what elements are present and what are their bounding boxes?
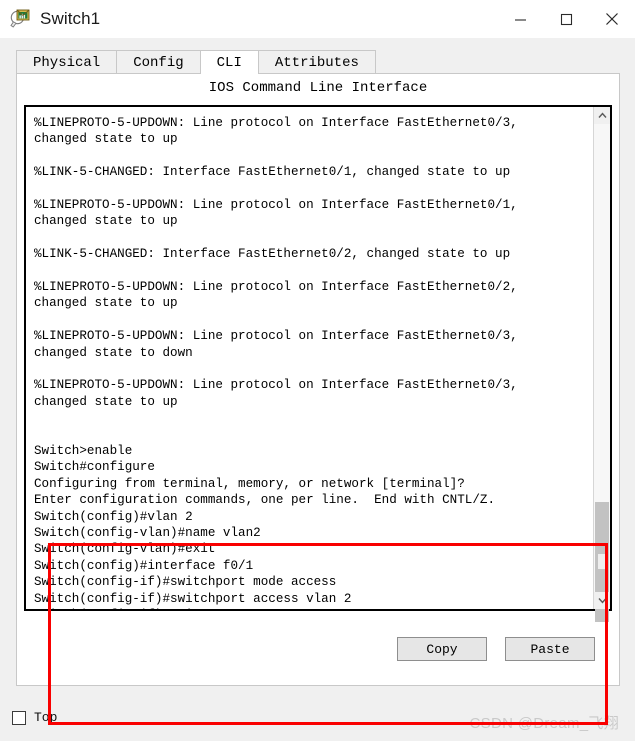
cli-panel: IOS Command Line Interface %LINEPROTO-5-… (16, 73, 620, 725)
terminal-line: Switch(config-if)#switchport access vlan… (34, 591, 352, 606)
action-button-row: Copy Paste (17, 619, 619, 679)
terminal-container: %LINEPROTO-5-UPDOWN: Line protocol on In… (24, 105, 612, 725)
terminal-line: changed state to up (34, 214, 178, 229)
terminal-line: changed state to up (34, 394, 178, 409)
terminal-line: Switch(config)#interface f0/1 (34, 558, 254, 573)
terminal-line: changed state to down (34, 345, 193, 360)
tab-attributes-label: Attributes (274, 54, 359, 71)
tab-strip: Physical Config CLI Attributes (0, 38, 635, 74)
top-checkbox-group[interactable]: Top (12, 710, 57, 725)
terminal-line: %LINK-5-CHANGED: Interface FastEthernet0… (34, 165, 511, 180)
terminal-scrollbar[interactable] (593, 107, 610, 622)
scrollbar-thumb-grip (598, 554, 607, 569)
terminal-line: Switch(config-vlan)#name vlan2 (34, 526, 261, 541)
terminal-line: changed state to up (34, 296, 178, 311)
tab-config[interactable]: Config (116, 50, 201, 74)
top-checkbox[interactable] (12, 710, 26, 725)
tab-physical-label: Physical (33, 54, 101, 71)
panel-header: IOS Command Line Interface (208, 80, 428, 96)
terminal-line: %LINEPROTO-5-UPDOWN: Line protocol on In… (34, 378, 518, 393)
copy-button-label: Copy (426, 641, 458, 657)
top-checkbox-label: Top (34, 710, 58, 725)
terminal-line: Switch(config-if)#switchport mode access (34, 575, 337, 590)
scrollbar-track[interactable] (594, 124, 610, 622)
terminal-line: Switch(config-vlan)#exit (34, 542, 216, 557)
terminal-line: Switch(config)#vlan 2 (34, 509, 193, 524)
terminal-line: %LINEPROTO-5-UPDOWN: Line protocol on In… (34, 198, 518, 212)
terminal-output[interactable]: %LINEPROTO-5-UPDOWN: Line protocol on In… (26, 107, 593, 609)
window-footer: Top CSDN @Dream_飞翔 (0, 700, 635, 741)
scroll-down-button[interactable] (594, 592, 610, 609)
terminal-line: Switch#configure (34, 460, 155, 475)
terminal-line: %LINEPROTO-5-UPDOWN: Line protocol on In… (34, 116, 518, 130)
tab-cli-label: CLI (216, 54, 242, 71)
terminal-line: Switch>enable (34, 444, 133, 458)
copy-button[interactable]: Copy (397, 637, 487, 661)
tab-config-label: Config (133, 54, 184, 71)
terminal-line: %LINK-5-CHANGED: Interface FastEthernet0… (34, 247, 511, 262)
terminal-line: changed state to up (34, 132, 178, 147)
terminal-line: %LINEPROTO-5-UPDOWN: Line protocol on In… (34, 280, 518, 294)
tab-list: Physical Config CLI Attributes (16, 50, 376, 74)
packet-tracer-device-icon (9, 8, 31, 30)
tab-physical[interactable]: Physical (16, 50, 118, 74)
paste-button[interactable]: Paste (505, 637, 595, 661)
tab-attributes[interactable]: Attributes (257, 50, 376, 74)
terminal-line: Configuring from terminal, memory, or ne… (34, 476, 465, 491)
paste-button-label: Paste (530, 641, 570, 657)
cli-window: Switch1 Physical Config CLI Attributes I… (0, 0, 635, 741)
terminal-line: %LINEPROTO-5-UPDOWN: Line protocol on In… (34, 329, 518, 344)
window-title: Switch1 (40, 9, 101, 28)
terminal-line: Enter configuration commands, one per li… (34, 493, 496, 508)
scroll-up-button[interactable] (594, 107, 610, 124)
title-bar: Switch1 (0, 0, 635, 38)
terminal-line: Switch(config-if)#exit (34, 607, 589, 609)
window-controls (497, 0, 635, 38)
watermark: CSDN @Dream_飞翔 (469, 715, 619, 732)
maximize-button[interactable] (543, 0, 589, 38)
minimize-button[interactable] (497, 0, 543, 38)
tab-cli[interactable]: CLI (199, 50, 259, 74)
close-button[interactable] (589, 0, 635, 38)
